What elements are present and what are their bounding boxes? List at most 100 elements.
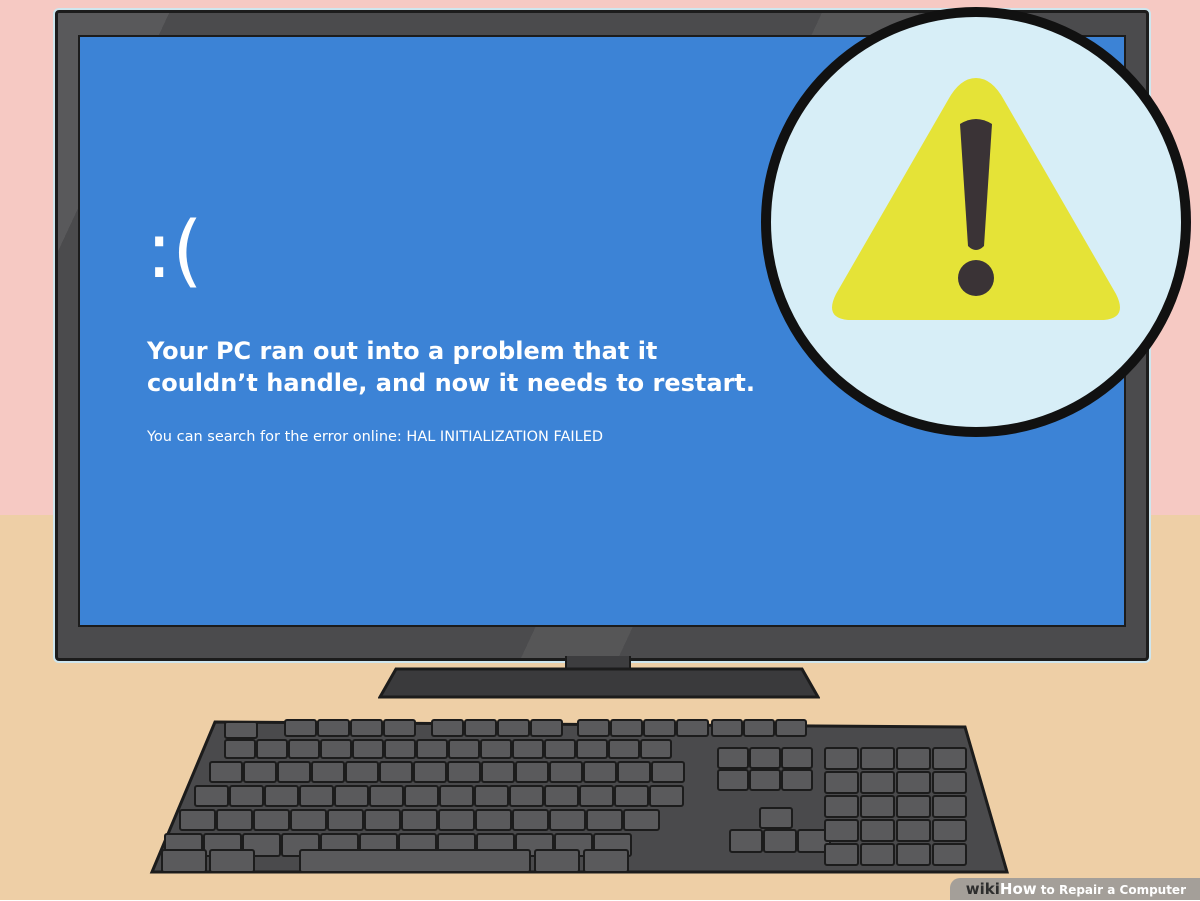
keyboard-key: [209, 849, 255, 873]
keyboard-key: [711, 719, 743, 737]
keyboard-key: [743, 719, 775, 737]
keyboard-key: [515, 761, 549, 783]
keyboard-key: [311, 761, 345, 783]
keyboard-key: [383, 719, 416, 737]
keyboard-key: [404, 785, 439, 807]
keyboard-key: [384, 739, 416, 759]
keyboard-key: [649, 785, 684, 807]
keyboard-key: [413, 761, 447, 783]
keyboard-key: [464, 719, 497, 737]
keyboard-key: [896, 795, 931, 818]
keyboard-key: [824, 819, 859, 842]
keyboard-key: [350, 719, 383, 737]
keyboard-key: [932, 795, 967, 818]
keyboard-key: [583, 849, 629, 873]
keyboard-key: [264, 785, 299, 807]
keyboard-key: [608, 739, 640, 759]
keyboard-key: [209, 761, 243, 783]
keyboard-key: [544, 739, 576, 759]
keyboard-key: [643, 719, 676, 737]
keyboard-key: [623, 809, 660, 831]
keyboard-key: [860, 747, 895, 770]
keyboard-key: [369, 785, 404, 807]
keyboard-key: [334, 785, 369, 807]
keyboard-key: [345, 761, 379, 783]
footer-title: to Repair a Computer: [1036, 883, 1186, 897]
keyboard-key: [860, 819, 895, 842]
keyboard-key: [352, 739, 384, 759]
keyboard-key: [512, 809, 549, 831]
keyboard-key: [512, 739, 544, 759]
keyboard-key: [284, 719, 317, 737]
keyboard-key: [438, 809, 475, 831]
keyboard-key: [253, 809, 290, 831]
brand-how: How: [999, 880, 1037, 898]
keyboard-key: [896, 843, 931, 866]
keyboard-key: [299, 849, 531, 873]
keyboard-key: [509, 785, 544, 807]
keyboard-key: [549, 761, 583, 783]
keyboard-key: [530, 719, 563, 737]
keyboard-key: [277, 761, 311, 783]
keyboard-key: [586, 809, 623, 831]
keyboard-key: [860, 795, 895, 818]
keyboard-key: [583, 761, 617, 783]
keyboard-key: [932, 819, 967, 842]
keyboard-key: [824, 771, 859, 794]
keyboard-key: [480, 739, 512, 759]
keyboard-key: [676, 719, 709, 737]
keyboard-key: [610, 719, 643, 737]
keyboard-key: [497, 719, 530, 737]
keyboard-key: [576, 739, 608, 759]
keyboard-key: [749, 747, 781, 769]
keyboard-key: [216, 809, 253, 831]
keyboard-key: [896, 771, 931, 794]
keyboard-key: [729, 829, 763, 853]
keyboard-key: [860, 771, 895, 794]
keyboard-key: [229, 785, 264, 807]
keyboard-key: [194, 785, 229, 807]
keyboard-key: [179, 809, 216, 831]
footer-caption: wikiHow to Repair a Computer: [949, 878, 1200, 900]
keyboard-key: [896, 819, 931, 842]
keyboard-key: [614, 785, 649, 807]
keyboard-key: [824, 843, 859, 866]
keyboard-key: [549, 809, 586, 831]
keyboard-key: [481, 761, 515, 783]
keyboard-key: [290, 809, 327, 831]
keyboard-key: [439, 785, 474, 807]
brand-wiki: wiki: [965, 880, 1000, 898]
keyboard-key: [161, 849, 207, 873]
keyboard-key: [824, 795, 859, 818]
keyboard-key: [448, 739, 480, 759]
keyboard-key: [896, 747, 931, 770]
keyboard-key: [577, 719, 610, 737]
keyboard-key: [327, 809, 364, 831]
keyboard-key: [475, 809, 512, 831]
keyboard-key: [781, 747, 813, 769]
keyboard-key: [224, 721, 258, 739]
keyboard-key: [781, 769, 813, 791]
exclamation-dot: [958, 260, 994, 296]
keyboard-key: [651, 761, 685, 783]
keyboard-key: [431, 719, 464, 737]
keyboard-key: [534, 849, 580, 873]
keyboard-key: [416, 739, 448, 759]
keyboard-key: [288, 739, 320, 759]
keyboard-key: [379, 761, 413, 783]
keyboard-key: [824, 747, 859, 770]
keyboard-key: [717, 747, 749, 769]
keyboard-key: [932, 747, 967, 770]
keyboard-key: [401, 809, 438, 831]
keyboard-key: [932, 843, 967, 866]
keyboard-key: [299, 785, 334, 807]
keyboard-key: [256, 739, 288, 759]
keyboard-key: [243, 761, 277, 783]
keyboard-key: [640, 739, 672, 759]
keyboard-key: [579, 785, 614, 807]
keyboard-key: [763, 829, 797, 853]
illustration: :( Your PC ran out into a problem that i…: [0, 0, 1200, 900]
keyboard-key: [775, 719, 807, 737]
warning-badge: [761, 7, 1191, 437]
keyboard-key: [224, 739, 256, 759]
